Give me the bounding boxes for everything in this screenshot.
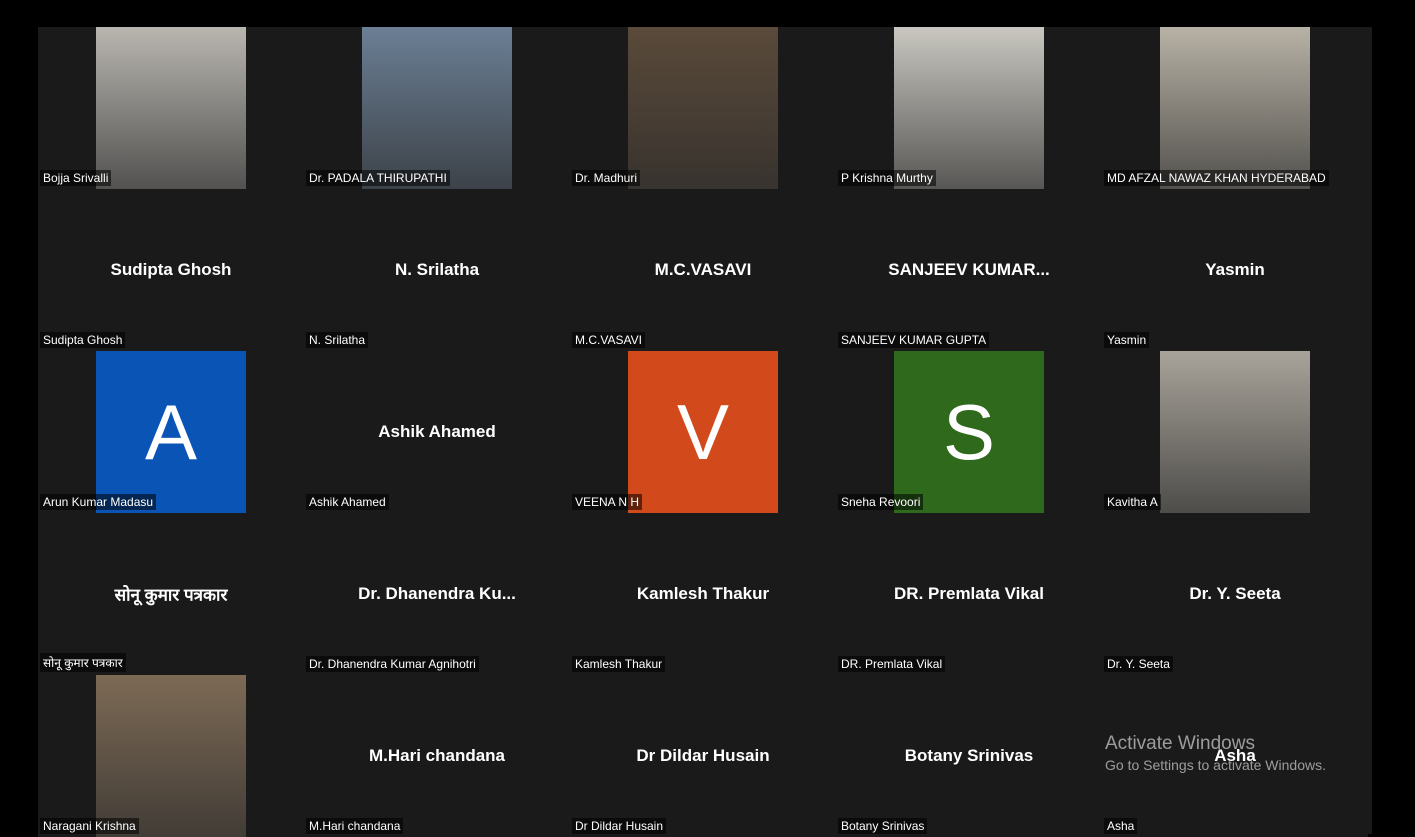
participant-video [628, 27, 778, 189]
participant-tile[interactable]: V VEENA N H [570, 351, 836, 513]
participant-tile[interactable]: Dr Dildar Husain Dr Dildar Husain [570, 675, 836, 837]
participant-name-tag: Asha [1104, 818, 1138, 834]
participant-display-name: सोनू कुमार पत्रकार [114, 585, 228, 605]
participant-display-name: Sudipta Ghosh [110, 260, 232, 279]
participant-name-tag: Sneha Revoori [838, 494, 924, 510]
participant-name-tag: Ashik Ahamed [306, 494, 389, 510]
participant-name-tag: Dr. Madhuri [572, 170, 641, 186]
participant-name-tag: सोनू कुमार पत्रकार [40, 653, 126, 672]
participant-tile[interactable]: SANJEEV KUMAR... SANJEEV KUMAR GUPTA [836, 189, 1102, 351]
participant-name-tag: Dr Dildar Husain [572, 818, 667, 834]
participant-tile[interactable]: सोनू कुमार पत्रकार सोनू कुमार पत्रकार [38, 513, 304, 675]
participant-name-tag: Kamlesh Thakur [572, 656, 666, 672]
participant-tile[interactable]: Dr. Dhanendra Ku... Dr. Dhanendra Kumar A… [304, 513, 570, 675]
participant-display-name: SANJEEV KUMAR... [888, 260, 1050, 279]
participant-display-name: N. Srilatha [394, 260, 480, 279]
participant-display-name: Dr Dildar Husain [636, 746, 770, 765]
watermark-subtitle: Go to Settings to activate Windows. [1105, 757, 1326, 773]
participant-name-tag: Kavitha A [1104, 494, 1161, 510]
participant-tile[interactable]: S Sneha Revoori [836, 351, 1102, 513]
participant-display-name: Kamlesh Thakur [636, 584, 770, 603]
participant-display-name: M.C.VASAVI [654, 260, 752, 279]
participant-name-tag: MD AFZAL NAWAZ KHAN HYDERABAD [1104, 170, 1329, 186]
participant-display-name: Botany Srinivas [904, 746, 1034, 765]
participant-avatar: V [628, 351, 778, 513]
participant-tile[interactable]: Kamlesh Thakur Kamlesh Thakur [570, 513, 836, 675]
participant-name-tag: Botany Srinivas [838, 818, 928, 834]
participant-video [96, 27, 246, 189]
participant-display-name: M.Hari chandana [368, 746, 506, 765]
participant-video [1160, 351, 1310, 513]
participant-tile[interactable]: Sudipta Ghosh Sudipta Ghosh [38, 189, 304, 351]
participant-video [96, 675, 246, 837]
participant-tile[interactable]: Naragani Krishna [38, 675, 304, 837]
participant-tile[interactable]: M.Hari chandana M.Hari chandana [304, 675, 570, 837]
participant-video [1160, 27, 1310, 189]
participant-avatar: A [96, 351, 246, 513]
participant-display-name: Ashik Ahamed [378, 422, 496, 441]
participant-tile[interactable]: Dr. Madhuri [570, 27, 836, 189]
participant-tile[interactable]: Dr. PADALA THIRUPATHI [304, 27, 570, 189]
participant-tile[interactable]: MD AFZAL NAWAZ KHAN HYDERABAD [1102, 27, 1368, 189]
participant-name-tag: SANJEEV KUMAR GUPTA [838, 332, 990, 348]
participant-name-tag: N. Srilatha [306, 332, 369, 348]
participant-video [362, 27, 512, 189]
participant-name-tag: Bojja Srivalli [40, 170, 112, 186]
participant-display-name: Dr. Dhanendra Ku... [358, 584, 516, 603]
participant-tile[interactable]: A Arun Kumar Madasu [38, 351, 304, 513]
participant-display-name: Yasmin [1205, 260, 1265, 279]
participant-name-tag: Arun Kumar Madasu [40, 494, 157, 510]
participant-name-tag: DR. Premlata Vikal [838, 656, 946, 672]
participant-name-tag: P Krishna Murthy [838, 170, 936, 186]
participant-tile[interactable]: P Krishna Murthy [836, 27, 1102, 189]
participant-name-tag: Dr. Dhanendra Kumar Agnihotri [306, 656, 479, 672]
participant-name-tag: VEENA N H [572, 494, 643, 510]
watermark-title: Activate Windows [1105, 733, 1255, 754]
participant-display-name: Dr. Y. Seeta [1189, 584, 1281, 603]
participant-display-name: DR. Premlata Vikal [894, 584, 1044, 603]
participant-tile[interactable]: Botany Srinivas Botany Srinivas [836, 675, 1102, 837]
participant-tile[interactable]: Ashik Ahamed Ashik Ahamed [304, 351, 570, 513]
participant-name-tag: Sudipta Ghosh [40, 332, 126, 348]
participant-avatar: S [894, 351, 1044, 513]
participant-grid: Bojja Srivalli Dr. PADALA THIRUPATHI Dr. M… [38, 27, 1372, 837]
participant-name-tag: M.Hari chandana [306, 818, 404, 834]
participant-tile[interactable]: N. Srilatha N. Srilatha [304, 189, 570, 351]
activate-windows-watermark: Activate Windows Go to Settings to activ… [1105, 733, 1326, 773]
participant-name-tag: Dr. PADALA THIRUPATHI [306, 170, 450, 186]
participant-tile[interactable]: Dr. Y. Seeta Dr. Y. Seeta [1102, 513, 1368, 675]
participant-tile[interactable]: M.C.VASAVI M.C.VASAVI [570, 189, 836, 351]
participant-tile[interactable]: Kavitha A [1102, 351, 1368, 513]
participant-video [894, 27, 1044, 189]
participant-tile[interactable]: DR. Premlata Vikal DR. Premlata Vikal [836, 513, 1102, 675]
participant-name-tag: Dr. Y. Seeta [1104, 656, 1173, 672]
participant-name-tag: Yasmin [1104, 332, 1150, 348]
participant-name-tag: M.C.VASAVI [572, 332, 645, 348]
participant-name-tag: Naragani Krishna [40, 818, 139, 834]
participant-tile[interactable]: Bojja Srivalli [38, 27, 304, 189]
participant-tile[interactable]: Yasmin Yasmin [1102, 189, 1368, 351]
